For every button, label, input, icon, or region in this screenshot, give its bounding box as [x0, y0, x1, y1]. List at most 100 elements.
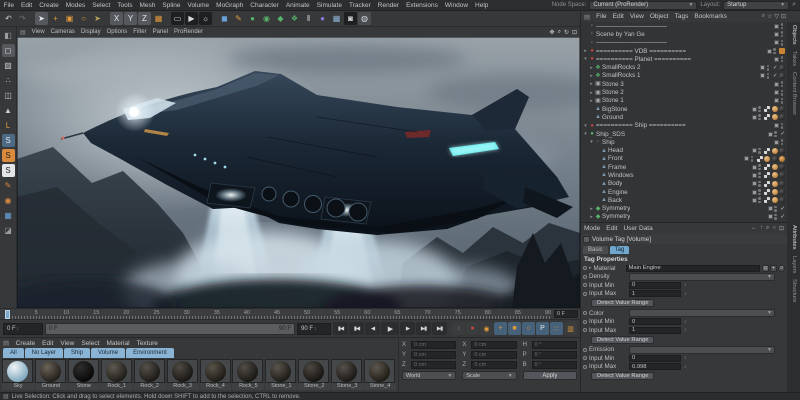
enable-checkbox[interactable]: [774, 123, 779, 129]
table-row[interactable]: ▲ Body: [581, 180, 787, 188]
checkmark-tag-icon[interactable]: ✓: [780, 131, 785, 137]
material-thumbnail[interactable]: [100, 359, 132, 383]
enable-checkbox[interactable]: [760, 65, 766, 71]
visibility-dot-icon[interactable]: [780, 56, 783, 59]
enable-checkbox[interactable]: [751, 181, 757, 187]
material-link-field[interactable]: Main Engine: [625, 264, 760, 272]
visibility-dot-icon[interactable]: [780, 34, 783, 38]
visibility-dot-icon[interactable]: [780, 101, 783, 104]
burger-icon[interactable]: ▤: [17, 29, 29, 36]
pos-y-field[interactable]: 0 cm: [411, 351, 457, 359]
input-min-field[interactable]: 0: [629, 354, 681, 362]
rot-b-field[interactable]: 0 °: [531, 361, 577, 369]
visibility-dots[interactable]: [780, 23, 783, 30]
attributes-menu-user-data[interactable]: User Data: [620, 225, 655, 232]
materials-menu-create[interactable]: Create: [12, 340, 39, 347]
filter-funnel-icon[interactable]: ▽: [774, 13, 779, 20]
channel-dropdown[interactable]: ▼: [629, 345, 775, 354]
menu-help[interactable]: Help: [472, 2, 492, 9]
enable-checkbox[interactable]: [774, 40, 779, 46]
visibility-dot-icon[interactable]: [780, 26, 783, 30]
edge-mode-icon[interactable]: ◫: [2, 89, 15, 102]
add-cube-icon[interactable]: ◼: [218, 12, 231, 25]
key-scale-icon[interactable]: ■: [508, 322, 521, 335]
menu-select[interactable]: Select: [89, 2, 114, 9]
table-row[interactable]: ▸ ▣ Stone 1: [581, 97, 787, 105]
phong-tag-icon[interactable]: [771, 164, 778, 171]
key-rotation-icon[interactable]: ○: [522, 322, 535, 335]
material-item[interactable]: Sky: [2, 359, 34, 390]
axis-mode-icon[interactable]: L: [2, 119, 15, 132]
visibility-dot-icon[interactable]: [780, 139, 783, 142]
enable-checkbox[interactable]: [767, 214, 773, 220]
position-mode-dropdown[interactable]: World ▼: [402, 371, 457, 380]
current-frame-field[interactable]: 0 F ↕: [3, 322, 43, 335]
keyframe-selection-icon[interactable]: ▥: [564, 322, 577, 335]
key-parameter-icon[interactable]: P: [536, 322, 549, 335]
checkmark-tag-icon[interactable]: ✓: [780, 206, 785, 212]
key-position-icon[interactable]: +: [494, 322, 507, 335]
scale-icon[interactable]: ▣: [63, 12, 76, 25]
visibility-dot-icon[interactable]: [774, 205, 777, 209]
record-icon[interactable]: ●: [466, 322, 479, 335]
snap-workplane-icon[interactable]: S: [1, 164, 15, 177]
visibility-dot-icon[interactable]: [750, 159, 753, 162]
visibility-dot-icon[interactable]: [758, 114, 761, 117]
panel-box-icon[interactable]: ⊡: [781, 13, 786, 20]
detect-value-range-button[interactable]: Detect Value Range: [591, 299, 655, 307]
model-mode-icon[interactable]: ◻: [1, 44, 15, 57]
anim-dot-icon[interactable]: [583, 266, 587, 271]
anim-dot-icon[interactable]: [583, 319, 587, 324]
anim-dot-icon[interactable]: [583, 311, 587, 316]
play-button[interactable]: ▶: [381, 322, 399, 335]
link-list-icon[interactable]: ▤: [762, 264, 769, 272]
anim-dot-icon[interactable]: [583, 347, 587, 352]
enable-checkbox[interactable]: [744, 156, 749, 162]
table-row[interactable]: ▾ ● Ship_SDS ✓: [581, 130, 787, 138]
anim-dot-icon[interactable]: [583, 356, 587, 361]
enable-checkbox[interactable]: [774, 23, 779, 29]
deformer-icon[interactable]: ◆: [274, 12, 287, 25]
live-selection-icon[interactable]: ➤: [35, 12, 48, 25]
visibility-dot-icon[interactable]: [780, 39, 783, 43]
table-row[interactable]: ▲ Windows: [581, 171, 787, 179]
table-row[interactable]: ◦ Scene by Yan Ge: [581, 30, 787, 38]
visibility-dots[interactable]: [774, 205, 777, 212]
enable-checkbox[interactable]: [774, 81, 779, 87]
link-clear-icon[interactable]: ↺: [778, 264, 785, 272]
table-row[interactable]: ▲ Front: [581, 155, 787, 163]
enable-checkbox[interactable]: [751, 106, 757, 112]
visibility-dot-icon[interactable]: [758, 147, 761, 151]
floor-icon[interactable]: ▦: [330, 12, 343, 25]
spinner-icon[interactable]: ↕: [684, 282, 687, 288]
table-row[interactable]: ▸ ❖ SmallRocks 1 ✓: [581, 72, 787, 80]
burger-icon[interactable]: ▤: [0, 339, 12, 347]
table-row[interactable]: ▾ ◦ Ship: [581, 138, 787, 146]
snap-quantize-icon[interactable]: S: [1, 149, 15, 162]
brush-icon[interactable]: ✎: [2, 179, 15, 192]
last-tool-icon[interactable]: ➤: [91, 12, 104, 25]
point-mode-icon[interactable]: ∴: [2, 74, 15, 87]
table-row[interactable]: ◦ ────────────────: [581, 39, 787, 47]
visibility-dot-icon[interactable]: [780, 43, 783, 46]
enable-checkbox[interactable]: [774, 56, 779, 62]
menu-mograph[interactable]: MoGraph: [213, 2, 247, 9]
expander-icon[interactable]: ▸: [589, 265, 592, 271]
next-key-button[interactable]: ▶▮: [416, 322, 431, 335]
phong-tag-icon[interactable]: [771, 114, 778, 121]
z-axis-lock-icon[interactable]: Z: [138, 12, 151, 25]
menu-file[interactable]: File: [0, 2, 17, 9]
end-frame-field[interactable]: 90 F ↕: [297, 322, 331, 335]
table-row[interactable]: ◦ ────────────────: [581, 22, 787, 30]
tab-takes[interactable]: Takes: [791, 51, 797, 66]
layer-tab-ship[interactable]: Ship: [64, 348, 91, 358]
tab-structure[interactable]: Structure: [791, 279, 797, 303]
sound-icon[interactable]: ♪: [452, 322, 465, 335]
viewport-menu-view[interactable]: View: [29, 29, 48, 35]
checkmark-tag-icon[interactable]: ✓: [773, 65, 778, 71]
pos-x-field[interactable]: 0 cm: [411, 341, 457, 349]
spinner-icon[interactable]: ↕: [684, 355, 687, 361]
visibility-dot-icon[interactable]: [758, 117, 761, 121]
material-item[interactable]: Ground: [34, 359, 67, 390]
size-y-field[interactable]: 0 cm: [471, 351, 517, 359]
